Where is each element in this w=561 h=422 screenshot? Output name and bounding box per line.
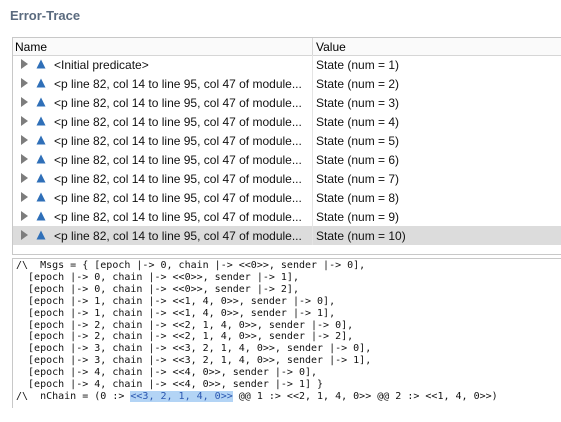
state-icon [36,173,46,183]
row-separator [312,188,313,207]
tree-header: Name Value [13,38,561,56]
state-icon [36,211,46,221]
nchain-prefix: /\ nChain = (0 :> [16,390,131,402]
expand-arrow-icon[interactable] [21,173,28,183]
nchain-line: /\ nChain = (0 :> <<3, 2, 1, 4, 0>> @@ 1… [16,390,498,402]
tree-row[interactable]: <p line 82, col 14 to line 95, col 47 of… [13,188,561,207]
selected-text-highlight[interactable]: <<3, 2, 1, 4, 0>> [130,390,233,402]
expand-arrow-icon[interactable] [21,116,28,126]
column-header-value[interactable]: Value [316,40,346,54]
expand-arrow-icon[interactable] [21,78,28,88]
tree-row[interactable]: <p line 82, col 14 to line 95, col 47 of… [13,150,561,169]
row-value: State (num = 10) [316,229,406,243]
row-value: State (num = 2) [316,77,400,91]
row-name: <p line 82, col 14 to line 95, col 47 of… [54,77,302,91]
detail-line: /\ Msgs = { [epoch |-> 0, chain |-> <<0>… [16,260,366,271]
expand-arrow-icon[interactable] [21,59,28,69]
row-separator [312,169,313,188]
column-header-name[interactable]: Name [15,40,47,54]
state-icon [36,230,46,240]
tree-row[interactable]: <p line 82, col 14 to line 95, col 47 of… [13,131,561,150]
detail-line: [epoch |-> 4, chain |-> <<4, 0>>, sender… [16,379,324,391]
row-value: State (num = 1) [316,58,400,72]
detail-line: [epoch |-> 0, chain |-> <<0>>, sender |-… [16,283,299,295]
row-name: <p line 82, col 14 to line 95, col 47 of… [54,96,302,110]
row-separator [312,131,313,150]
row-name: <p line 82, col 14 to line 95, col 47 of… [54,134,302,148]
row-name: <p line 82, col 14 to line 95, col 47 of… [54,229,302,243]
row-separator [312,150,313,169]
tree-row-selected[interactable]: <p line 82, col 14 to line 95, col 47 of… [13,226,561,245]
tree-row[interactable]: <p line 82, col 14 to line 95, col 47 of… [13,169,561,188]
row-separator [312,207,313,226]
state-icon [36,192,46,202]
panel-title-bar: Error-Trace [0,0,561,30]
expand-arrow-icon[interactable] [21,154,28,164]
row-name: <Initial predicate> [54,58,149,72]
expand-arrow-icon[interactable] [21,97,28,107]
state-icon [36,154,46,164]
panel-title: Error-Trace [10,8,81,23]
tree-row[interactable]: <p line 82, col 14 to line 95, col 47 of… [13,93,561,112]
detail-line: [epoch |-> 3, chain |-> <<3, 2, 1, 4, 0>… [16,355,372,367]
detail-line: [epoch |-> 1, chain |-> <<1, 4, 0>>, sen… [16,307,336,319]
state-detail-pane[interactable]: /\ Msgs = { [epoch |-> 0, chain |-> <<0>… [12,258,561,408]
row-value: State (num = 5) [316,134,400,148]
detail-line: [epoch |-> 2, chain |-> <<2, 1, 4, 0>>, … [16,331,354,343]
detail-line: [epoch |-> 0, chain |-> <<0>>, sender |-… [16,271,299,283]
state-icon [36,116,46,126]
state-icon [36,97,46,107]
row-separator [312,55,313,74]
row-value: State (num = 3) [316,96,400,110]
tree-rows: <Initial predicate> State (num = 1) <p l… [13,55,561,245]
row-value: State (num = 8) [316,191,400,205]
tree-row[interactable]: <p line 82, col 14 to line 95, col 47 of… [13,74,561,93]
nchain-suffix: @@ 1 :> <<2, 1, 4, 0>> @@ 2 :> <<1, 4, 0… [232,390,498,402]
detail-line: [epoch |-> 1, chain |-> <<1, 4, 0>>, sen… [16,295,336,307]
row-name: <p line 82, col 14 to line 95, col 47 of… [54,210,302,224]
row-name: <p line 82, col 14 to line 95, col 47 of… [54,191,302,205]
expand-arrow-icon[interactable] [21,230,28,240]
error-trace-tree[interactable]: Name Value <Initial predicate> State (nu… [12,37,561,255]
row-separator [312,93,313,112]
row-name: <p line 82, col 14 to line 95, col 47 of… [54,115,302,129]
state-detail-text[interactable]: /\ Msgs = { [epoch |-> 0, chain |-> <<0>… [13,259,561,403]
expand-arrow-icon[interactable] [21,135,28,145]
tree-row[interactable]: <Initial predicate> State (num = 1) [13,55,561,74]
column-separator[interactable] [312,38,313,55]
detail-line: [epoch |-> 3, chain |-> <<3, 2, 1, 4, 0>… [16,343,372,355]
tree-row[interactable]: <p line 82, col 14 to line 95, col 47 of… [13,112,561,131]
row-value: State (num = 7) [316,172,400,186]
state-icon [36,59,46,69]
row-value: State (num = 4) [316,115,400,129]
row-value: State (num = 9) [316,210,400,224]
row-name: <p line 82, col 14 to line 95, col 47 of… [54,172,302,186]
row-value: State (num = 6) [316,153,400,167]
row-name: <p line 82, col 14 to line 95, col 47 of… [54,153,302,167]
expand-arrow-icon[interactable] [21,211,28,221]
tree-row[interactable]: <p line 82, col 14 to line 95, col 47 of… [13,207,561,226]
expand-arrow-icon[interactable] [21,192,28,202]
row-separator [312,112,313,131]
state-icon [36,135,46,145]
state-icon [36,78,46,88]
detail-line: [epoch |-> 4, chain |-> <<4, 0>>, sender… [16,367,318,379]
row-separator [312,226,313,245]
row-separator [312,74,313,93]
detail-line: [epoch |-> 2, chain |-> <<2, 1, 4, 0>>, … [16,319,354,331]
